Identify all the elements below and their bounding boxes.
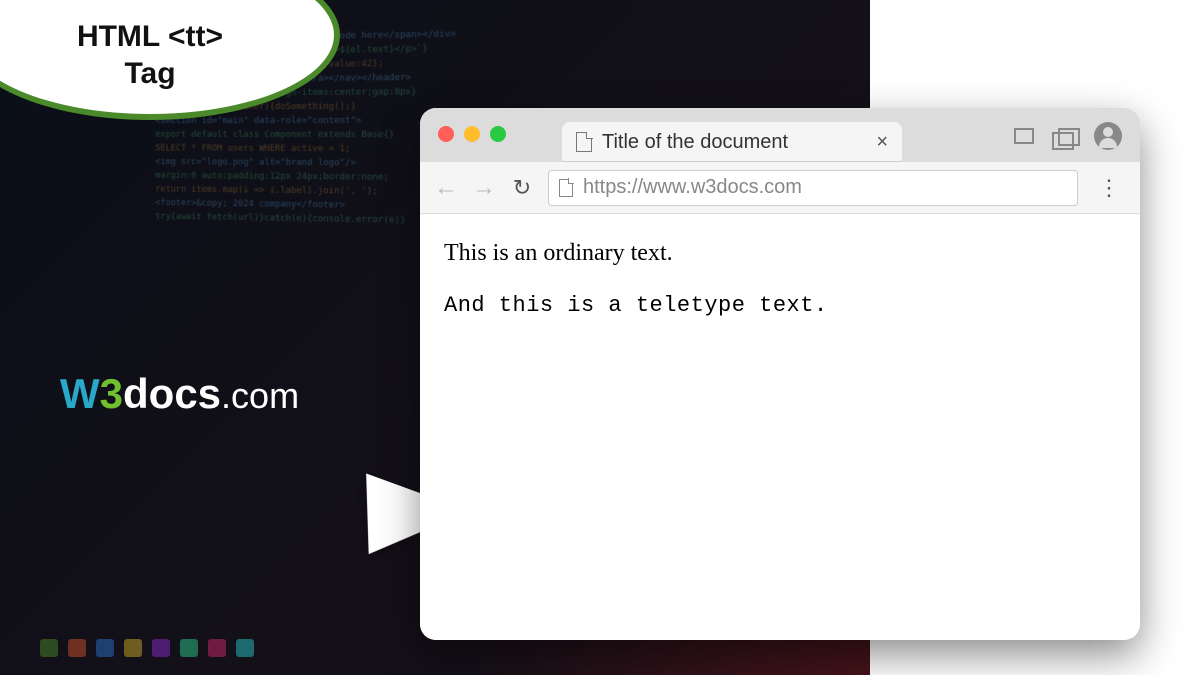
brand-suffix: .com (221, 375, 299, 416)
taskbar-app-icon (152, 639, 170, 657)
url-text: https://www.w3docs.com (583, 176, 802, 199)
tab-close-icon[interactable]: × (876, 131, 888, 154)
browser-menu-icon[interactable]: ⋮ (1092, 175, 1126, 201)
taskbar-app-icon (236, 639, 254, 657)
taskbar-app-icon (40, 639, 58, 657)
page-icon (576, 132, 592, 152)
taskbar-app-icon (180, 639, 198, 657)
restore-icon[interactable] (1014, 128, 1034, 144)
url-input[interactable]: https://www.w3docs.com (548, 170, 1078, 206)
brand-w: W (60, 370, 100, 417)
tabs-overview-icon[interactable] (1052, 128, 1076, 144)
reload-button[interactable]: ↻ (510, 175, 534, 201)
minimize-window-icon[interactable] (464, 126, 480, 142)
tab-title: Title of the document (602, 131, 866, 154)
taskbar-app-icon (208, 639, 226, 657)
site-info-icon[interactable] (559, 179, 573, 197)
ordinary-text: This is an ordinary text. (444, 240, 1116, 267)
window-controls (438, 126, 506, 142)
forward-button[interactable]: → (472, 174, 496, 202)
taskbar-app-icon (68, 639, 86, 657)
brand-docs: docs (123, 370, 221, 417)
browser-tabbar: Title of the document × (420, 108, 1140, 162)
browser-viewport: This is an ordinary text. And this is a … (420, 214, 1140, 640)
taskbar-app-icon (96, 639, 114, 657)
topic-title: HTML <tt> Tag (77, 18, 223, 93)
brand-three: 3 (100, 370, 123, 417)
browser-address-bar: ← → ↻ https://www.w3docs.com ⋮ (420, 162, 1140, 214)
window-right-icons (1014, 122, 1122, 150)
browser-tab[interactable]: Title of the document × (562, 122, 902, 162)
maximize-window-icon[interactable] (490, 126, 506, 142)
back-button[interactable]: ← (434, 174, 458, 202)
brand-logo: W3docs.com (60, 370, 299, 418)
user-profile-icon[interactable] (1094, 122, 1122, 150)
teletype-text: And this is a teletype text. (444, 293, 1116, 318)
close-window-icon[interactable] (438, 126, 454, 142)
taskbar-app-icon (124, 639, 142, 657)
browser-window: Title of the document × ← → ↻ https://ww… (420, 108, 1140, 640)
background-taskbar (40, 639, 254, 657)
